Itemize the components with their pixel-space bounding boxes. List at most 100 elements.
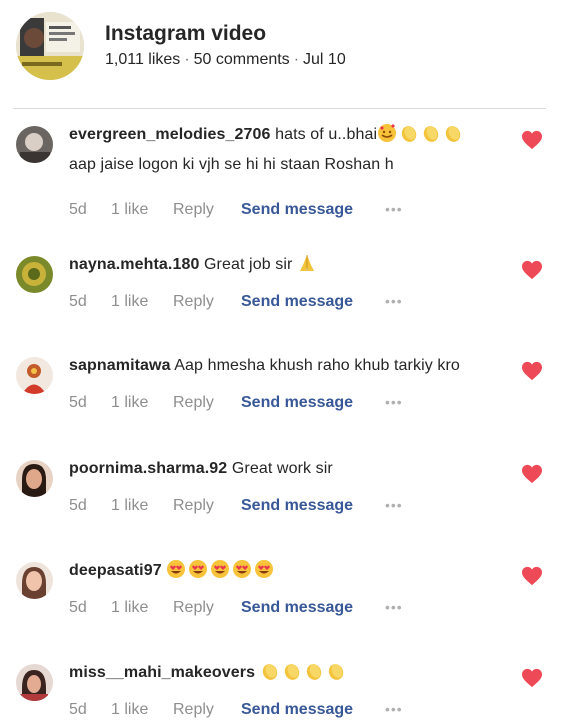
reply-button[interactable]: Reply [173,495,241,517]
comment-item: poornima.sharma.92 Great work sir 5d 1 li… [0,454,587,524]
send-message-button[interactable]: Send message [241,392,385,414]
send-message-button[interactable]: Send message [241,291,385,313]
comment-like-count[interactable]: 1 like [111,392,173,414]
avatar-image [16,664,53,701]
meta-separator: · [293,51,300,68]
clapping-hands-icon [284,664,299,680]
heart-eyes-icon [255,560,274,578]
like-heart-icon[interactable] [521,566,543,586]
more-options-icon[interactable]: ••• [385,698,403,720]
meta-separator: · [184,51,190,68]
comment-timestamp[interactable]: 5d [69,392,111,414]
send-message-button[interactable]: Send message [241,199,385,221]
reply-button[interactable]: Reply [173,699,241,721]
clapping-hands-icon [328,664,343,680]
comment-timestamp[interactable]: 5d [69,699,111,721]
more-options-icon[interactable]: ••• [385,596,403,618]
comment-username[interactable]: sapnamitawa [69,357,171,374]
heart-eyes-icon [189,560,208,578]
avatar-image [16,126,53,163]
comment-item: nayna.mehta.180 Great job sir 5d 1 like Re… [0,250,587,320]
folded-hands-icon [300,255,314,271]
heart-eyes-icon [233,560,252,578]
reply-button[interactable]: Reply [173,199,241,221]
comment-text: deepasati97 [69,556,527,586]
avatar[interactable] [16,126,53,163]
more-options-icon[interactable]: ••• [385,391,403,413]
reply-button[interactable]: Reply [173,392,241,414]
comment-text: poornima.sharma.92 Great work sir [69,454,527,484]
post-thumbnail[interactable] [16,12,84,80]
comment-username[interactable]: evergreen_melodies_2706 [69,126,271,143]
comment-actions: 5d 1 like Reply Send message ••• [69,596,403,618]
avatar[interactable] [16,256,53,293]
clapping-hands-icon [306,664,321,680]
comment-timestamp[interactable]: 5d [69,199,111,221]
comment-like-count[interactable]: 1 like [111,699,173,721]
comment-username[interactable]: deepasati97 [69,562,162,579]
likes-count[interactable]: 1,011 likes [105,51,180,68]
comment-actions: 5d 1 like Reply Send message ••• [69,198,403,220]
avatar[interactable] [16,460,53,497]
clapping-hands-icon [262,664,277,680]
post-meta: 1,011 likes · 50 comments · Jul 10 [105,51,346,69]
comment-timestamp[interactable]: 5d [69,597,111,619]
comment-body: Great work sir [231,460,333,477]
avatar[interactable] [16,357,53,394]
smiling-face-with-hearts-icon [378,124,397,142]
comment-username[interactable]: poornima.sharma.92 [69,460,227,477]
heart-eyes-icon [211,560,230,578]
comment-timestamp[interactable]: 5d [69,495,111,517]
comment-text: sapnamitawa Aap hmesha khush raho khub t… [69,351,527,381]
send-message-button[interactable]: Send message [241,699,385,721]
comment-like-count[interactable]: 1 like [111,291,173,313]
comment-body-continued: aap jaise logon ki vjh se hi hi staan Ro… [69,156,394,173]
post-date[interactable]: Jul 10 [303,51,346,68]
like-heart-icon[interactable] [521,361,543,381]
comment-actions: 5d 1 like Reply Send message ••• [69,391,403,413]
avatar-image [16,460,53,497]
comment-like-count[interactable]: 1 like [111,199,173,221]
heart-eyes-icon [167,560,186,578]
more-options-icon[interactable]: ••• [385,198,403,220]
comment-username[interactable]: nayna.mehta.180 [69,256,199,273]
comment-username[interactable]: miss__mahi_makeovers [69,664,255,681]
comment-actions: 5d 1 like Reply Send message ••• [69,290,403,312]
like-heart-icon[interactable] [521,260,543,280]
comment-text: miss__mahi_makeovers [69,658,527,688]
post-title[interactable]: Instagram video [105,22,266,46]
comment-text: evergreen_melodies_2706 hats of u..bhai … [69,120,527,180]
send-message-button[interactable]: Send message [241,597,385,619]
like-heart-icon[interactable] [521,668,543,688]
like-heart-icon[interactable] [521,464,543,484]
avatar[interactable] [16,664,53,701]
avatar-image [16,562,53,599]
avatar-image [16,357,53,394]
comment-item: miss__mahi_makeovers 5d 1 like Reply Send m… [0,658,587,728]
clapping-hands-icon [445,126,461,142]
comment-body: hats of u..bhai [275,126,378,143]
comment-item: deepasati97 5d 1 like Reply Send message ••• [0,556,587,626]
post-header: Instagram video 1,011 likes · 50 comments ·… [16,12,556,82]
comment-actions: 5d 1 like Reply Send message ••• [69,698,403,720]
comment-like-count[interactable]: 1 like [111,495,173,517]
comment-like-count[interactable]: 1 like [111,597,173,619]
clapping-hands-icon [401,126,417,142]
comment-body: Aap hmesha khush raho khub tarkiy kro [174,357,460,374]
more-options-icon[interactable]: ••• [385,494,403,516]
more-options-icon[interactable]: ••• [385,290,403,312]
header-divider [13,108,546,109]
like-heart-icon[interactable] [521,130,543,150]
clapping-hands-icon [423,126,439,142]
comment-text: nayna.mehta.180 Great job sir [69,250,527,280]
comments-count[interactable]: 50 comments [194,51,290,68]
comment-actions: 5d 1 like Reply Send message ••• [69,494,403,516]
comment-item: sapnamitawa Aap hmesha khush raho khub t… [0,351,587,421]
comment-timestamp[interactable]: 5d [69,291,111,313]
reply-button[interactable]: Reply [173,597,241,619]
avatar-image [16,256,53,293]
reply-button[interactable]: Reply [173,291,241,313]
avatar[interactable] [16,562,53,599]
send-message-button[interactable]: Send message [241,495,385,517]
comment-body: Great job sir [204,256,293,273]
